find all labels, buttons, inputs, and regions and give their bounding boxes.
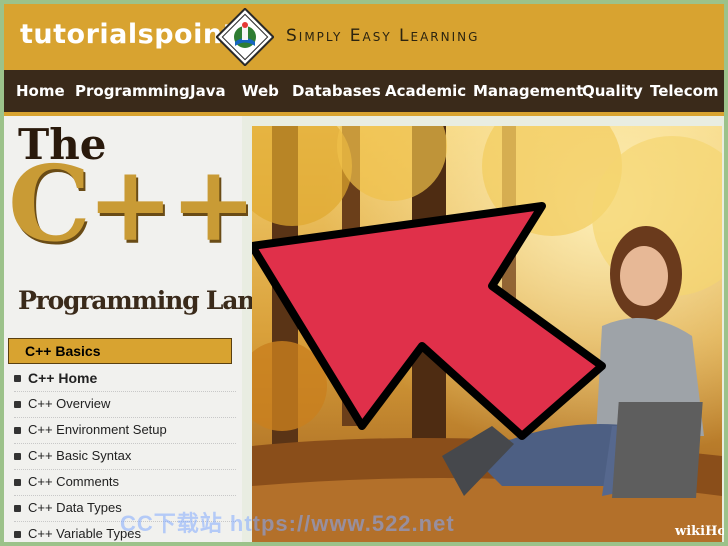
watermark-text: CC下载站 https://www.522.net: [120, 511, 455, 536]
main-nav: Home Programming Java Web Databases Acad…: [4, 70, 724, 116]
sidebar-item-label: C++ Comments: [28, 474, 120, 489]
bullet-icon: [14, 375, 21, 382]
sidebar-item-label: C++ Home: [28, 370, 98, 386]
nav-item-home[interactable]: Home: [16, 82, 65, 100]
bullet-icon: [14, 401, 21, 408]
nav-item-databases[interactable]: Databases: [292, 82, 381, 100]
wikihow-credit: wikiHow: [675, 524, 727, 539]
sidebar-item-label: C++ Data Types: [28, 500, 122, 515]
nav-item-web[interactable]: Web: [242, 82, 279, 100]
sidebar-item-label: C++ Environment Setup: [28, 422, 167, 437]
hero-photo: [252, 126, 722, 542]
sidebar-item-cpp-home[interactable]: C++ Home: [14, 366, 236, 392]
site-brand[interactable]: tutorialspoint: [20, 19, 236, 50]
sidebar-item-cpp-environment-setup[interactable]: C++ Environment Setup: [14, 418, 236, 444]
bullet-icon: [14, 479, 21, 486]
sidebar-item-label: C++ Overview: [28, 396, 111, 411]
bullet-icon: [14, 453, 21, 460]
nav-item-quality[interactable]: Quality: [582, 82, 643, 100]
tutorialspoint-logo-icon[interactable]: [216, 8, 274, 66]
nav-item-java[interactable]: Java: [190, 82, 226, 100]
banner-cpp: C++: [8, 142, 257, 265]
sidebar-section-title: C++ Basics: [8, 338, 232, 364]
nav-item-programming[interactable]: Programming: [75, 82, 190, 100]
nav-item-management[interactable]: Management: [473, 82, 583, 100]
sidebar-item-label: C++ Basic Syntax: [28, 448, 132, 463]
nav-item-telecom[interactable]: Telecom: [650, 82, 719, 100]
sidebar-item-cpp-overview[interactable]: C++ Overview: [14, 392, 236, 418]
screenshot-frame: tutorialspoint Simply Easy Learning Home…: [0, 0, 728, 546]
site-header: tutorialspoint Simply Easy Learning: [4, 4, 724, 70]
bullet-icon: [14, 427, 21, 434]
sidebar-item-cpp-comments[interactable]: C++ Comments: [14, 470, 236, 496]
nav-item-academic[interactable]: Academic: [385, 82, 466, 100]
sidebar-item-cpp-basic-syntax[interactable]: C++ Basic Syntax: [14, 444, 236, 470]
bullet-icon: [14, 505, 21, 512]
site-tagline: Simply Easy Learning: [286, 26, 480, 46]
bullet-icon: [14, 531, 21, 538]
sidebar: The C++ Programming Language C++ Basics …: [4, 116, 335, 542]
